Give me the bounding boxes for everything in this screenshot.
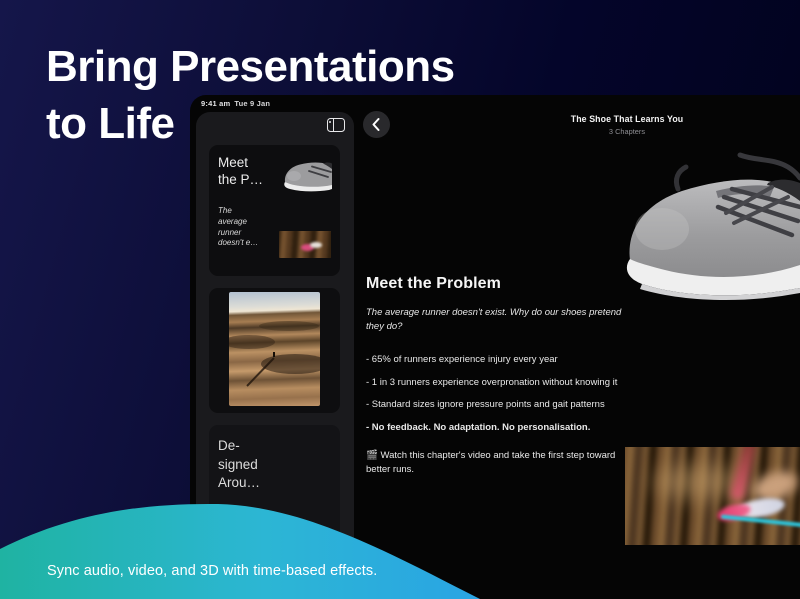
status-date: Tue 9 Jan [234, 99, 270, 108]
banner-caption: Sync audio, video, and 3D with time-base… [47, 563, 377, 579]
headline-line-1: Bring Presentations [46, 38, 455, 95]
bullet-item: - 1 in 3 runners experience overpronatio… [366, 376, 652, 390]
shoe-3d-thumbnail-icon [282, 158, 332, 192]
marketing-page: Bring Presentations to Life 9:41 amTue 9… [0, 0, 800, 599]
slide-thumbnail-2[interactable] [209, 288, 340, 413]
chapter-heading: Meet the Problem [366, 275, 652, 293]
slide1-preview-text: The average runner doesn't e… [218, 206, 258, 249]
document-subtitle: 3 Chapters [571, 127, 684, 136]
light-glow [653, 465, 743, 499]
bullet-item-bold: - No feedback. No adaptation. No persona… [366, 421, 652, 435]
document-header: The Shoe That Learns You 3 Chapters [571, 114, 684, 136]
status-time: 9:41 am [201, 99, 230, 108]
bullet-item: - Standard sizes ignore pressure points … [366, 398, 652, 412]
slide3-title: De- signed Arou… [218, 437, 260, 493]
slide-thumbnail-3[interactable]: De- signed Arou… [209, 425, 340, 575]
presentation-app-window: 9:41 amTue 9 Jan Meet the P… The [190, 95, 800, 599]
chapter-bullet-list: - 65% of runners experience injury every… [366, 353, 652, 435]
document-title: The Shoe That Learns You [571, 114, 684, 124]
chapter-intro: The average runner doesn't exist. Why do… [366, 306, 630, 334]
sidebar-toggle-icon[interactable] [327, 118, 345, 132]
slide1-title: Meet the P… [218, 154, 263, 188]
slide-thumbnail-1[interactable]: Meet the P… The average runner doesn't e… [209, 145, 340, 276]
back-button[interactable] [363, 111, 390, 138]
chapter-video-note: 🎬 Watch this chapter's video and take th… [366, 449, 634, 477]
chapter-content: Meet the Problem The average runner does… [366, 275, 652, 477]
bullet-item: - 65% of runners experience injury every… [366, 353, 652, 367]
status-bar: 9:41 am Tue 9 Jan [201, 99, 270, 108]
desert-photo [229, 292, 320, 406]
running-shoe-motion-blur-video[interactable] [625, 447, 800, 545]
slides-sidebar: Meet the P… The average runner doesn't e… [196, 112, 354, 599]
video-thumbnail-small [279, 231, 331, 258]
chevron-left-icon [363, 111, 390, 138]
